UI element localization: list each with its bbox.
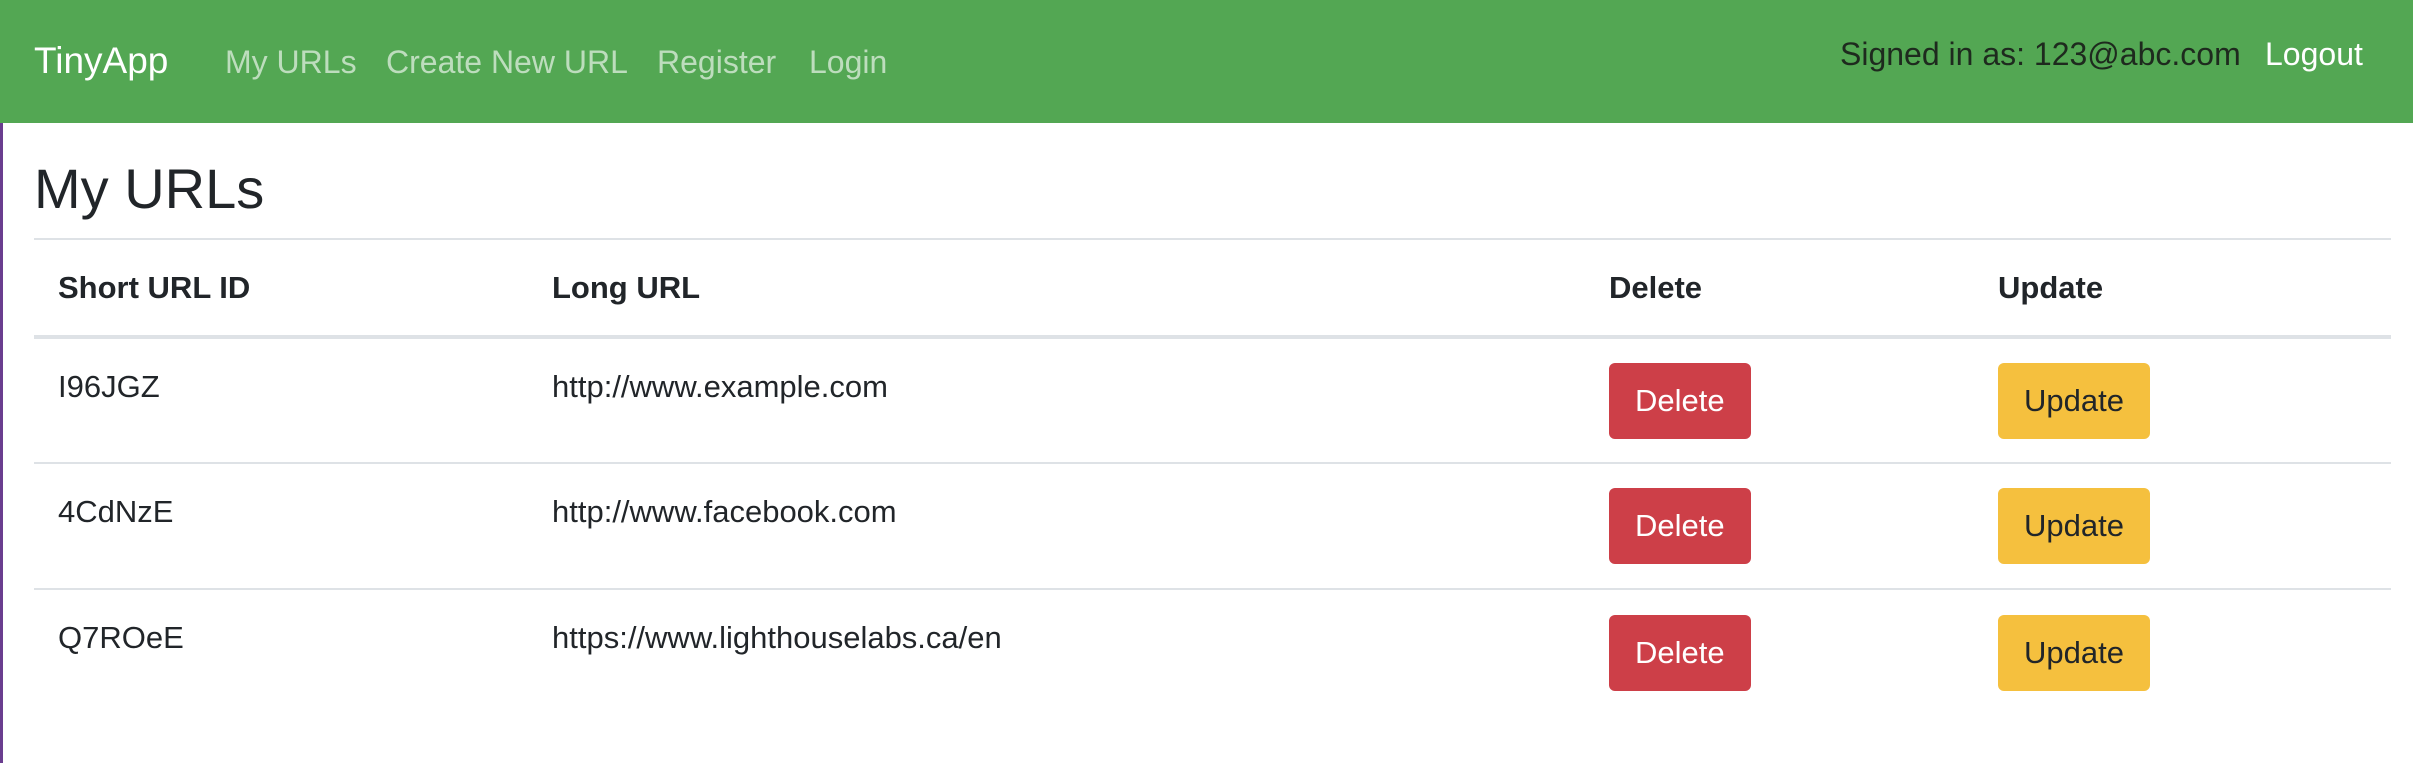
- table-row: I96JGZ http://www.example.com Delete Upd…: [34, 337, 2391, 463]
- navbar: TinyApp My URLs Create New URL Register …: [0, 0, 2413, 123]
- update-button[interactable]: Update: [1998, 362, 2150, 439]
- update-button[interactable]: Update: [1998, 614, 2150, 691]
- update-cell: Update: [1974, 589, 2391, 715]
- long-url-cell: http://www.facebook.com: [552, 494, 897, 529]
- delete-button[interactable]: Delete: [1609, 488, 1751, 564]
- short-url-id-cell: Q7ROeE: [58, 620, 184, 655]
- short-url-id-cell: I96JGZ: [58, 369, 160, 404]
- nav-link-create-new-url[interactable]: Create New URL: [386, 40, 628, 84]
- table-body: I96JGZ http://www.example.com Delete Upd…: [34, 337, 2391, 715]
- delete-cell: Delete: [1585, 463, 1974, 589]
- long-url-cell: http://www.example.com: [552, 369, 888, 404]
- signed-in-status: Signed in as: 123@abc.com: [1840, 36, 2241, 72]
- short-url-id-cell: 4CdNzE: [58, 494, 174, 529]
- table-row: Q7ROeE https://www.lighthouselabs.ca/en …: [34, 589, 2391, 715]
- logout-link[interactable]: Logout: [2265, 32, 2363, 76]
- update-cell: Update: [1974, 463, 2391, 589]
- column-header-short-url-id: Short URL ID: [58, 269, 251, 305]
- table-header: Short URL ID Long URL Delete Update: [34, 239, 2391, 337]
- update-cell: Update: [1974, 337, 2391, 463]
- table-header-row: Short URL ID Long URL Delete Update: [34, 239, 2391, 337]
- nav-link-login[interactable]: Login: [809, 40, 887, 84]
- update-button[interactable]: Update: [1998, 488, 2150, 564]
- column-header-long-url: Long URL: [552, 269, 701, 305]
- delete-button[interactable]: Delete: [1609, 362, 1751, 439]
- delete-cell: Delete: [1585, 337, 1974, 463]
- delete-button[interactable]: Delete: [1609, 614, 1751, 691]
- urls-table: Short URL ID Long URL Delete Update I96J…: [34, 238, 2391, 715]
- brand-link[interactable]: TinyApp: [34, 37, 168, 85]
- column-header-delete: Delete: [1609, 269, 1703, 305]
- table-row: 4CdNzE http://www.facebook.com Delete Up…: [34, 463, 2391, 589]
- page-title: My URLs: [34, 157, 265, 220]
- nav-link-my-urls[interactable]: My URLs: [225, 40, 357, 84]
- nav-link-register[interactable]: Register: [657, 40, 776, 84]
- delete-cell: Delete: [1585, 589, 1974, 715]
- long-url-cell: https://www.lighthouselabs.ca/en: [552, 620, 1002, 655]
- column-header-update: Update: [1998, 269, 2104, 305]
